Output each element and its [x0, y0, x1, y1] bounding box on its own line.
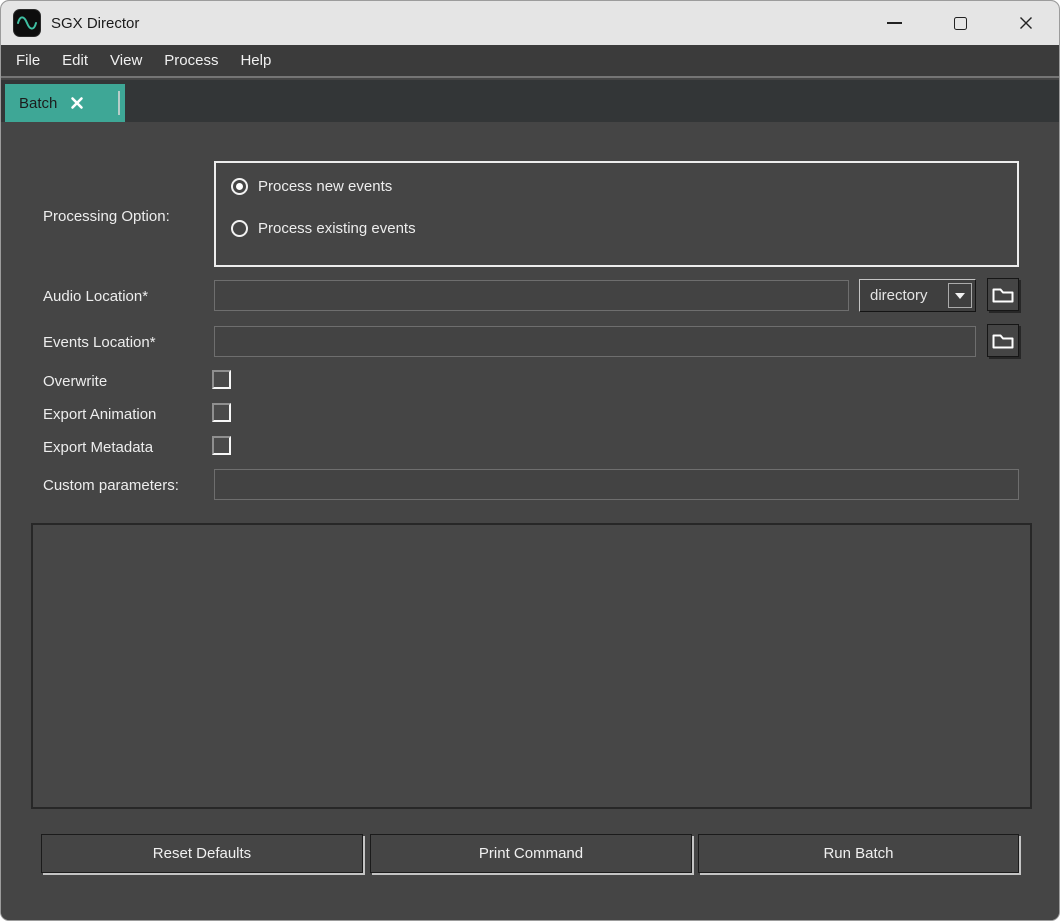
maximize-icon — [954, 17, 967, 30]
menu-item-file[interactable]: File — [5, 47, 51, 74]
dropdown-selected-value: directory — [870, 287, 948, 304]
export-animation-label: Export Animation — [43, 405, 156, 425]
radio-label: Process existing events — [258, 220, 416, 237]
events-location-browse-button[interactable] — [987, 324, 1019, 357]
radio-process-new-events[interactable]: Process new events — [231, 178, 392, 195]
export-metadata-checkbox[interactable] — [212, 436, 231, 455]
radio-label: Process new events — [258, 178, 392, 195]
radio-button-icon[interactable] — [231, 178, 248, 195]
folder-icon — [992, 332, 1014, 349]
radio-process-existing-events[interactable]: Process existing events — [231, 220, 416, 237]
audio-location-label: Audio Location* — [43, 287, 148, 307]
tab-bar: Batch — [1, 80, 1059, 122]
log-output-area[interactable] — [31, 523, 1032, 809]
batch-panel: Processing Option: Process new events Pr… — [1, 122, 1059, 921]
minimize-icon — [887, 22, 902, 24]
processing-option-label: Processing Option: — [43, 207, 170, 227]
processing-option-group: Process new events Process existing even… — [214, 161, 1019, 267]
app-window: SGX Director File Edit View Process Help… — [0, 0, 1060, 921]
window-controls — [861, 1, 1059, 45]
events-location-label: Events Location* — [43, 333, 156, 353]
maximize-button[interactable] — [927, 3, 993, 43]
close-icon — [1018, 15, 1034, 31]
audio-location-browse-button[interactable] — [987, 278, 1019, 311]
print-command-button[interactable]: Print Command — [370, 834, 692, 873]
menu-item-edit[interactable]: Edit — [51, 47, 99, 74]
overwrite-checkbox[interactable] — [212, 370, 231, 389]
menu-item-help[interactable]: Help — [229, 47, 282, 74]
reset-defaults-button[interactable]: Reset Defaults — [41, 834, 363, 873]
run-batch-button[interactable]: Run Batch — [698, 834, 1019, 873]
dropdown-button[interactable] — [948, 283, 972, 308]
tab-label: Batch — [19, 95, 57, 112]
custom-parameters-label: Custom parameters: — [43, 476, 179, 496]
tab-batch[interactable]: Batch — [5, 84, 125, 122]
events-location-input[interactable] — [214, 326, 976, 357]
menu-item-process[interactable]: Process — [153, 47, 229, 74]
app-logo-icon — [13, 9, 41, 37]
chevron-down-icon — [955, 293, 965, 299]
tab-close-icon[interactable] — [70, 96, 84, 110]
export-animation-checkbox[interactable] — [212, 403, 231, 422]
folder-icon — [992, 286, 1014, 303]
radio-button-icon[interactable] — [231, 220, 248, 237]
audio-location-input[interactable] — [214, 280, 849, 311]
menu-item-view[interactable]: View — [99, 47, 153, 74]
custom-parameters-input[interactable] — [214, 469, 1019, 500]
window-title: SGX Director — [51, 15, 139, 32]
minimize-button[interactable] — [861, 3, 927, 43]
menubar: File Edit View Process Help — [1, 45, 1059, 78]
export-metadata-label: Export Metadata — [43, 438, 153, 458]
audio-location-type-dropdown[interactable]: directory — [859, 279, 976, 312]
close-button[interactable] — [993, 3, 1059, 43]
overwrite-label: Overwrite — [43, 372, 107, 392]
titlebar: SGX Director — [1, 1, 1059, 45]
